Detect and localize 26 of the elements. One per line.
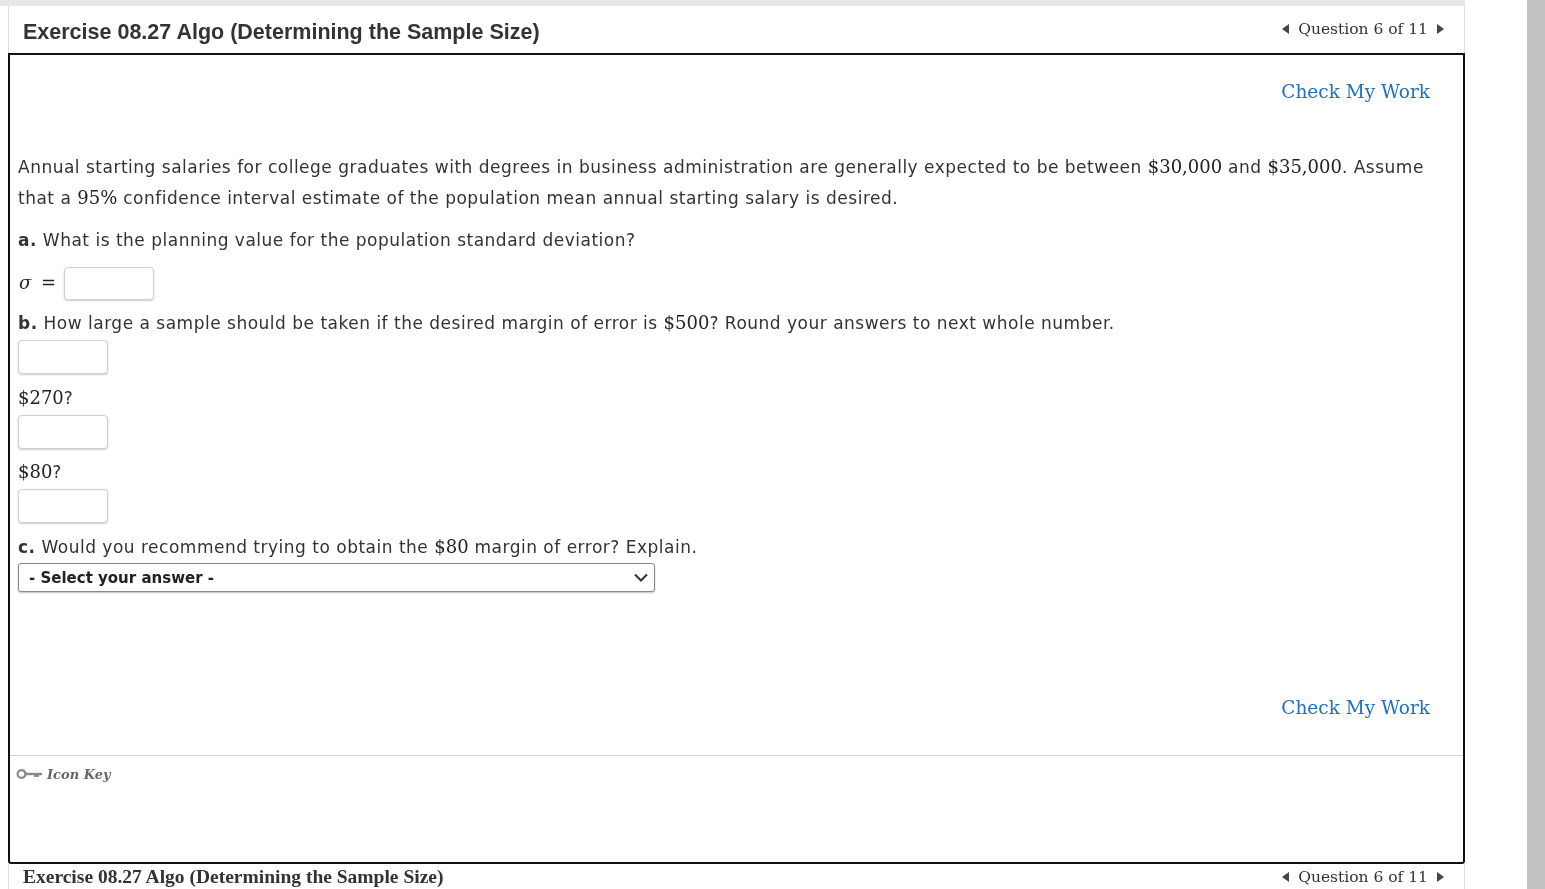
answer-box[interactable]: [18, 340, 108, 374]
equation-label: σ =: [18, 271, 57, 295]
question-counter: Question 6 of 11: [1298, 866, 1428, 887]
prompt-text: $80?: [18, 460, 62, 484]
triangle-left-icon[interactable]: [1282, 23, 1290, 34]
chevron-down-icon: [634, 573, 648, 582]
check-my-work-link[interactable]: Check My Work: [1281, 694, 1430, 722]
prompt-text: $270?: [18, 385, 74, 410]
triangle-right-icon[interactable]: [1437, 23, 1444, 34]
question-counter: Question 6 of 11: [1298, 19, 1428, 38]
scrollbar-thumb[interactable]: [1527, 0, 1545, 889]
prompt-text: a. What is the planning value for the population standard deviation?: [18, 228, 636, 252]
question-text: Annual starting salaries for college graduates with degrees in business administration are generally expected to be between $30,000 and $35,000. Assume that a 95% confidence interval estimate of the population mean annual starting salary is desired.: [18, 155, 1425, 210]
triangle-right-icon[interactable]: [1437, 871, 1444, 882]
answer-box[interactable]: [18, 489, 108, 523]
answer-dropdown[interactable]: - Select your answer -: [18, 563, 655, 592]
exercise-title: Exercise 08.27 Algo (Determining the Sample Size): [23, 865, 444, 888]
icon-key-link[interactable]: Icon Key: [47, 766, 111, 782]
check-my-work-link[interactable]: Check My Work: [1281, 78, 1430, 106]
answer-box[interactable]: [18, 414, 108, 449]
triangle-left-icon[interactable]: [1282, 871, 1290, 882]
key-icon: [16, 768, 42, 780]
prompt-text: b. How large a sample should be taken if the desired margin of error is $500? Round your answers to next whole number.: [18, 311, 1115, 335]
exercise-title: Exercise 08.27 Algo (Determining the Sample Size): [23, 19, 540, 45]
answer-box[interactable]: [64, 266, 155, 300]
prompt-text: c. Would you recommend trying to obtain the $80 margin of error? Explain.: [18, 534, 698, 559]
